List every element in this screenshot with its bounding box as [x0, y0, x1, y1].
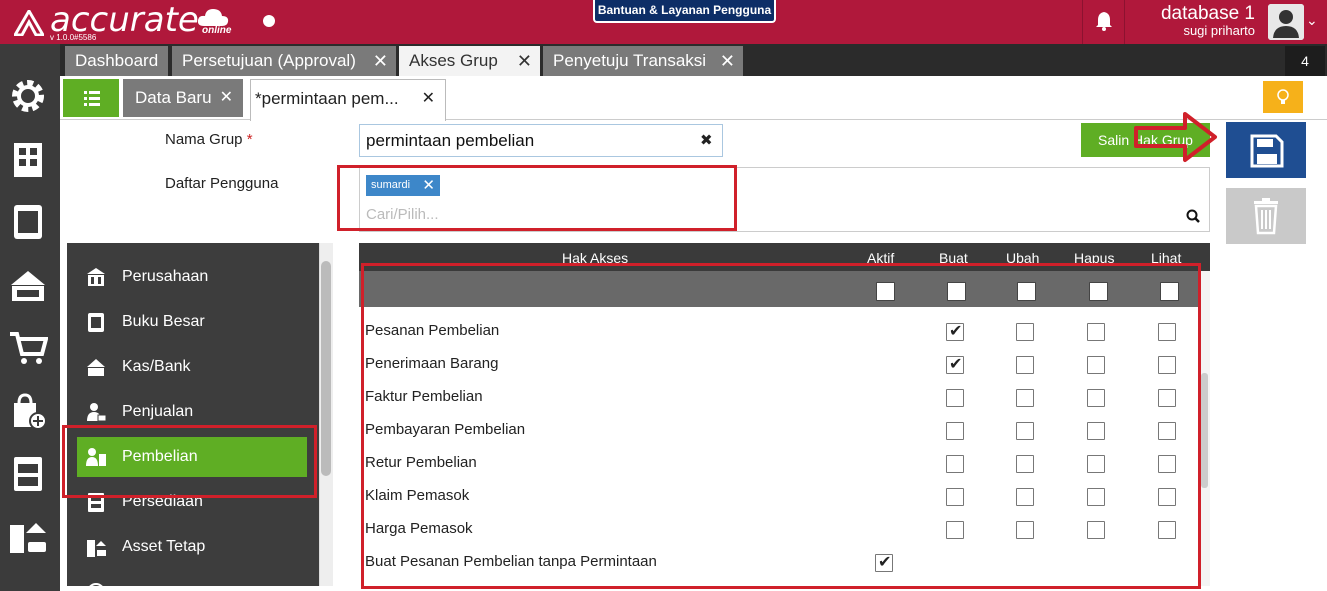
module-list: Perusahaan Buku Besar Kas/Bank Penjualan…: [67, 243, 319, 586]
asset-icon: [87, 540, 106, 557]
shopping-bag-add-icon[interactable]: [8, 391, 48, 431]
annotation-arrow-icon: [1134, 112, 1217, 162]
module-label: Buku Besar: [122, 313, 205, 330]
close-icon[interactable]: ✕: [720, 46, 735, 76]
tab-count-badge[interactable]: 4: [1285, 46, 1325, 76]
cart-icon[interactable]: [8, 328, 48, 368]
tab-data-baru[interactable]: Data Baru ✕: [123, 79, 243, 117]
table-scrollbar-thumb[interactable]: [1201, 373, 1208, 488]
module-label: Asset Tetap: [122, 538, 206, 555]
avatar-icon[interactable]: [1268, 4, 1304, 40]
cash-icon[interactable]: [8, 265, 48, 305]
module-asset-tetap[interactable]: Asset Tetap: [67, 527, 319, 567]
daftar-pengguna-label: Daftar Pengguna: [165, 175, 279, 192]
app-version: v 1.0.0#5586: [50, 33, 97, 42]
module-perusahaan[interactable]: Perusahaan: [67, 257, 319, 297]
tab-label: Data Baru: [135, 88, 212, 107]
database-name[interactable]: database 1: [1161, 3, 1255, 25]
gear-icon[interactable]: [8, 76, 48, 116]
book-icon: [88, 313, 104, 332]
module-label: Kas/Bank: [122, 358, 191, 375]
user-name: sugi priharto: [1183, 23, 1255, 38]
required-mark: *: [246, 131, 253, 148]
lightbulb-icon[interactable]: [1263, 81, 1303, 113]
left-rail: [0, 44, 60, 591]
module-label: Perusahaan: [122, 268, 209, 285]
clear-icon[interactable]: ✖: [700, 131, 713, 149]
tab-label: Penyetuju Transaksi: [553, 51, 707, 70]
save-icon[interactable]: [1226, 122, 1306, 178]
status-dot: [263, 15, 275, 27]
tab-dashboard[interactable]: Dashboard: [65, 46, 168, 76]
module-buku-besar[interactable]: Buku Besar: [67, 302, 319, 342]
list-icon[interactable]: [63, 79, 119, 117]
nama-grup-input[interactable]: permintaan pembelian: [359, 124, 723, 157]
tab-permintaan-pembelian[interactable]: *permintaan pem... ✕: [250, 79, 446, 121]
circle-icon: [89, 583, 103, 586]
tab-label: Persetujuan (Approval): [182, 51, 356, 70]
module-scrollbar-thumb[interactable]: [321, 261, 331, 476]
inventory-icon[interactable]: [8, 454, 48, 494]
sales-icon: [87, 403, 107, 422]
book-icon[interactable]: [8, 202, 48, 242]
tab-label: *permintaan pem...: [255, 89, 399, 108]
divider: [1082, 0, 1083, 44]
label-text: Nama Grup: [165, 131, 243, 148]
tab-akses-grup-close[interactable]: ✕: [506, 46, 540, 76]
module-label: Penjualan: [122, 403, 194, 420]
annotation-users-box: [337, 165, 737, 231]
bell-icon[interactable]: [1093, 10, 1115, 32]
tab-label: Akses Grup: [409, 51, 498, 70]
help-button[interactable]: Bantuan & Layanan Pengguna: [593, 0, 776, 23]
close-icon[interactable]: ✕: [422, 80, 435, 118]
tab-penyetuju-transaksi[interactable]: Penyetuju Transaksi ✕: [543, 46, 743, 76]
chevron-down-icon[interactable]: ⌄: [1306, 12, 1318, 29]
top-bar: accurate v 1.0.0#5586 online Bantuan & L…: [0, 0, 1327, 44]
building-icon: [87, 268, 105, 286]
tab-persetujuan[interactable]: Persetujuan (Approval) ✕: [172, 46, 396, 76]
primary-tabs: Dashboard Persetujuan (Approval) ✕ Akses…: [60, 44, 1327, 78]
asset-icon[interactable]: [8, 517, 48, 557]
tab-label: Dashboard: [75, 51, 159, 70]
module-kas-bank[interactable]: Kas/Bank: [67, 347, 319, 387]
logo-online: online: [202, 25, 232, 36]
module-more[interactable]: [67, 572, 319, 586]
building-icon[interactable]: [8, 139, 48, 179]
accurate-logo[interactable]: accurate v 1.0.0#5586 online: [8, 0, 238, 42]
close-icon[interactable]: ✕: [517, 46, 532, 76]
cash-icon: [87, 359, 105, 376]
close-icon[interactable]: ✕: [220, 79, 233, 117]
nama-grup-label: Nama Grup *: [165, 131, 253, 148]
close-icon[interactable]: ✕: [373, 46, 388, 76]
divider: [1124, 0, 1125, 44]
annotation-table-box: [361, 263, 1201, 589]
search-icon[interactable]: [1186, 209, 1200, 223]
annotation-pembelian-box: [62, 425, 317, 498]
trash-icon[interactable]: [1226, 188, 1306, 244]
logo-a-icon: [14, 10, 44, 36]
